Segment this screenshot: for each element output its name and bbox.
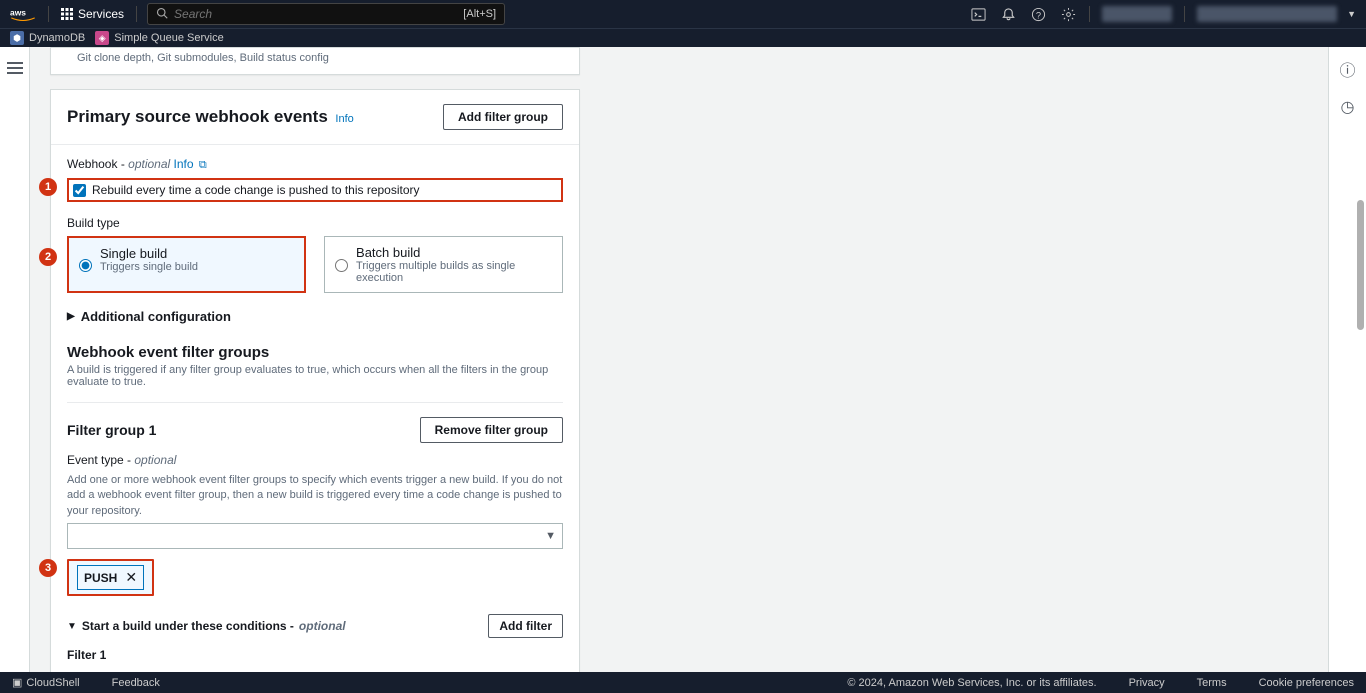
svg-text:?: ? bbox=[1035, 10, 1040, 20]
single-build-tile[interactable]: Single build Triggers single build bbox=[67, 236, 306, 293]
panel-title: Primary source webhook events bbox=[67, 107, 328, 126]
global-search[interactable]: [Alt+S] bbox=[147, 3, 505, 25]
remove-filter-group-button[interactable]: Remove filter group bbox=[420, 417, 563, 443]
feedback-link[interactable]: Feedback bbox=[112, 677, 160, 689]
help-icon[interactable]: ? bbox=[1025, 1, 1051, 27]
privacy-link[interactable]: Privacy bbox=[1129, 677, 1165, 689]
additional-config-toggle[interactable]: ▶ Additional configuration bbox=[67, 309, 563, 324]
aws-logo[interactable]: aws bbox=[10, 6, 36, 22]
notifications-icon[interactable] bbox=[995, 1, 1021, 27]
search-input[interactable] bbox=[174, 7, 463, 21]
grid-icon bbox=[61, 8, 73, 20]
batch-build-radio[interactable] bbox=[335, 247, 348, 284]
caret-down-icon: ▼ bbox=[67, 621, 77, 632]
svg-text:aws: aws bbox=[10, 7, 26, 17]
single-build-radio[interactable] bbox=[79, 248, 92, 283]
annotation-3: 3 bbox=[39, 559, 57, 577]
external-link-icon: ⧉ bbox=[199, 159, 207, 171]
chevron-down-icon: ▼ bbox=[1347, 9, 1356, 19]
copyright: © 2024, Amazon Web Services, Inc. or its… bbox=[847, 677, 1096, 689]
rebuild-checkbox[interactable] bbox=[73, 184, 86, 197]
cookie-prefs-link[interactable]: Cookie preferences bbox=[1259, 677, 1354, 689]
service-dynamodb[interactable]: ⬢ DynamoDB bbox=[10, 31, 85, 45]
filter-groups-desc: A build is triggered if any filter group… bbox=[67, 364, 563, 388]
top-nav: aws Services [Alt+S] ? ▼ bbox=[0, 0, 1366, 28]
rebuild-checkbox-label: Rebuild every time a code change is push… bbox=[92, 183, 420, 197]
account-menu[interactable] bbox=[1197, 6, 1337, 22]
cloudshell-icon[interactable] bbox=[965, 1, 991, 27]
dynamodb-icon: ⬢ bbox=[10, 31, 24, 45]
filter-1-label: Filter 1 bbox=[67, 648, 563, 662]
search-hint: [Alt+S] bbox=[463, 8, 496, 20]
services-label: Services bbox=[78, 7, 124, 21]
annotation-1: 1 bbox=[39, 178, 57, 196]
services-menu[interactable]: Services bbox=[53, 4, 132, 24]
batch-build-tile[interactable]: Batch build Triggers multiple builds as … bbox=[324, 236, 563, 293]
event-type-help: Add one or more webhook event filter gro… bbox=[67, 473, 563, 519]
filter-groups-title: Webhook event filter groups bbox=[67, 344, 563, 361]
sidebar-toggle[interactable] bbox=[0, 47, 30, 672]
info-link[interactable]: Info bbox=[335, 113, 353, 125]
partial-subtext: Git clone depth, Git submodules, Build s… bbox=[77, 52, 563, 64]
settings-icon[interactable] bbox=[1055, 1, 1081, 27]
additional-config-panel-partial: Git clone depth, Git submodules, Build s… bbox=[50, 47, 580, 75]
service-bar: ⬢ DynamoDB ◈ Simple Queue Service bbox=[0, 28, 1366, 47]
webhook-events-panel: Primary source webhook events Info Add f… bbox=[50, 89, 580, 672]
cloudshell-link[interactable]: ▣CloudShell bbox=[12, 676, 80, 689]
scrollbar[interactable] bbox=[1357, 200, 1364, 330]
info-icon[interactable]: ⓘ bbox=[1339, 57, 1355, 81]
add-filter-group-button[interactable]: Add filter group bbox=[443, 104, 563, 130]
push-tag[interactable]: PUSH ✕ bbox=[77, 565, 144, 590]
webhook-info-link[interactable]: Info bbox=[174, 157, 194, 171]
region-selector[interactable] bbox=[1102, 6, 1172, 22]
cloudshell-footer-icon: ▣ bbox=[12, 677, 22, 689]
main-content: Git clone depth, Git submodules, Build s… bbox=[30, 47, 600, 672]
caret-right-icon: ▶ bbox=[67, 311, 75, 322]
webhook-label: Webhook - optional Info ⧉ bbox=[67, 157, 563, 172]
service-sqs[interactable]: ◈ Simple Queue Service bbox=[95, 31, 223, 45]
terms-link[interactable]: Terms bbox=[1197, 677, 1227, 689]
annotation-2: 2 bbox=[39, 248, 57, 266]
filter-group-1-title: Filter group 1 bbox=[67, 422, 156, 438]
hamburger-icon bbox=[7, 59, 23, 672]
build-type-label: Build type bbox=[67, 216, 563, 230]
footer: ▣CloudShell Feedback © 2024, Amazon Web … bbox=[0, 672, 1366, 693]
chevron-down-icon: ▼ bbox=[545, 530, 556, 542]
conditions-toggle[interactable]: ▼ Start a build under these conditions -… bbox=[67, 619, 346, 633]
sqs-icon: ◈ bbox=[95, 31, 109, 45]
push-tag-outline: PUSH ✕ bbox=[67, 559, 154, 596]
search-icon bbox=[156, 7, 168, 22]
right-rail: ⓘ ◷ bbox=[1328, 47, 1366, 672]
clock-icon[interactable]: ◷ bbox=[1341, 97, 1355, 117]
rebuild-checkbox-row[interactable]: Rebuild every time a code change is push… bbox=[67, 178, 563, 202]
event-type-dropdown[interactable]: ▼ bbox=[67, 523, 563, 549]
add-filter-button[interactable]: Add filter bbox=[488, 614, 563, 638]
event-type-label: Event type - optional bbox=[67, 453, 563, 467]
remove-tag-icon[interactable]: ✕ bbox=[125, 569, 137, 586]
